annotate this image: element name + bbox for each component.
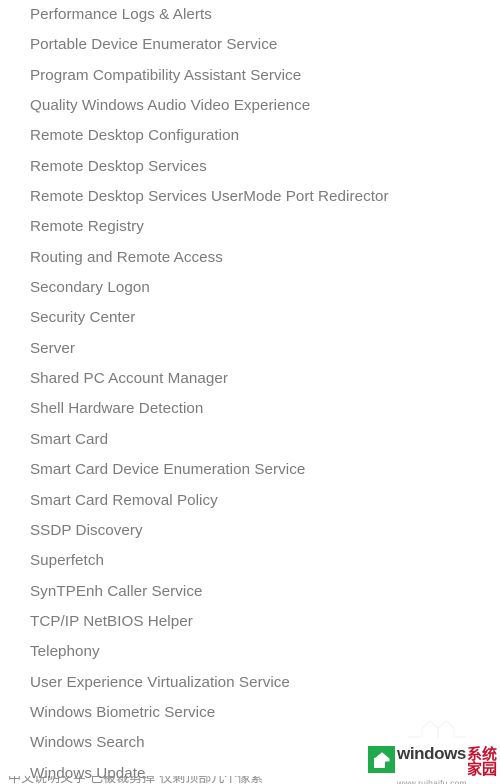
watermark-brand-en: windows: [397, 744, 466, 763]
watermark-title-row: windows 系统家园: [397, 745, 500, 777]
service-name-label: Shell Hardware Detection: [30, 400, 204, 418]
service-list-item[interactable]: Security Center: [0, 303, 500, 333]
service-name-label: SynTPEnh Caller Service: [30, 582, 203, 600]
service-list-item[interactable]: Smart Card: [0, 425, 500, 455]
service-name-label: Quality Windows Audio Video Experience: [30, 97, 311, 115]
service-name-label: Performance Logs & Alerts: [30, 6, 212, 23]
service-name-label: Shared PC Account Manager: [30, 370, 228, 388]
bottom-clipped-text: 中文说明文字 已被裁剪掉 仅剩顶部几个像素: [8, 776, 264, 784]
watermark-brand-cn: 系统家园: [466, 745, 497, 778]
service-list-item[interactable]: SSDP Discovery: [0, 516, 500, 546]
service-name-label: Superfetch: [30, 552, 104, 570]
screenshot-root: Performance Logs & Alerts Portable Device…: [0, 0, 500, 784]
service-name-label: SSDP Discovery: [30, 521, 143, 539]
service-name-label: Routing and Remote Access: [30, 248, 223, 266]
service-list-item[interactable]: Shared PC Account Manager: [0, 364, 500, 394]
service-name-label: TCP/IP NetBIOS Helper: [30, 612, 193, 630]
service-list-item[interactable]: Smart Card Device Enumeration Service: [0, 455, 500, 485]
service-name-label: Portable Device Enumerator Service: [30, 36, 278, 54]
service-list-item[interactable]: Windows Biometric Service: [0, 698, 500, 728]
windows-services-list[interactable]: Performance Logs & Alerts Portable Device…: [0, 0, 500, 784]
service-list-item[interactable]: Shell Hardware Detection: [0, 394, 500, 424]
service-list-item[interactable]: TCP/IP NetBIOS Helper: [0, 607, 500, 637]
service-name-label: Program Compatibility Assistant Service: [30, 66, 302, 84]
service-list-item[interactable]: SynTPEnh Caller Service: [0, 577, 500, 607]
service-list-item[interactable]: Secondary Logon: [0, 273, 500, 303]
watermark-url: www.ruihaifu.com: [397, 778, 467, 784]
service-list-item[interactable]: Quality Windows Audio Video Experience: [0, 91, 500, 121]
service-name-label: Smart Card Device Enumeration Service: [30, 461, 306, 479]
service-name-label: Telephony: [30, 643, 100, 661]
service-list-item[interactable]: Portable Device Enumerator Service: [0, 30, 500, 60]
bottom-clipped-strip: 中文说明文字 已被裁剪掉 仅剩顶部几个像素: [0, 776, 320, 784]
service-list-item[interactable]: User Experience Virtualization Service: [0, 668, 500, 698]
service-list-item[interactable]: Remote Desktop Services: [0, 152, 500, 182]
service-name-label: Security Center: [30, 309, 136, 327]
service-list-item[interactable]: Remote Desktop Services UserMode Port Re…: [0, 182, 500, 212]
house-logo-icon: [368, 746, 395, 773]
service-list-item[interactable]: Routing and Remote Access: [0, 243, 500, 273]
service-list-item[interactable]: Telephony: [0, 637, 500, 667]
service-name-label: Remote Desktop Services: [30, 157, 207, 175]
service-list-item[interactable]: Smart Card Removal Policy: [0, 486, 500, 516]
service-name-label: Secondary Logon: [30, 279, 150, 297]
service-list-item[interactable]: Program Compatibility Assistant Service: [0, 61, 500, 91]
site-watermark: windows 系统家园 www.ruihaifu.com: [368, 745, 500, 784]
service-list-item[interactable]: Superfetch: [0, 546, 500, 576]
service-name-label: Smart Card Removal Policy: [30, 491, 218, 509]
service-name-label: Windows Biometric Service: [30, 703, 216, 721]
service-list-item[interactable]: Remote Registry: [0, 212, 500, 242]
service-name-label: Remote Registry: [30, 218, 144, 236]
service-list-item[interactable]: Server: [0, 334, 500, 364]
service-name-label: Remote Desktop Services UserMode Port Re…: [30, 188, 389, 206]
service-name-label: Smart Card: [30, 430, 109, 448]
service-name-label: Windows Search: [30, 734, 145, 752]
service-list-item[interactable]: Remote Desktop Configuration: [0, 121, 500, 151]
service-name-label: Server: [30, 339, 76, 357]
watermark-text-block: windows 系统家园 www.ruihaifu.com: [397, 745, 500, 784]
service-name-label: Remote Desktop Configuration: [30, 127, 240, 145]
service-list-item[interactable]: Performance Logs & Alerts: [0, 0, 500, 30]
service-name-label: User Experience Virtualization Service: [30, 673, 290, 691]
